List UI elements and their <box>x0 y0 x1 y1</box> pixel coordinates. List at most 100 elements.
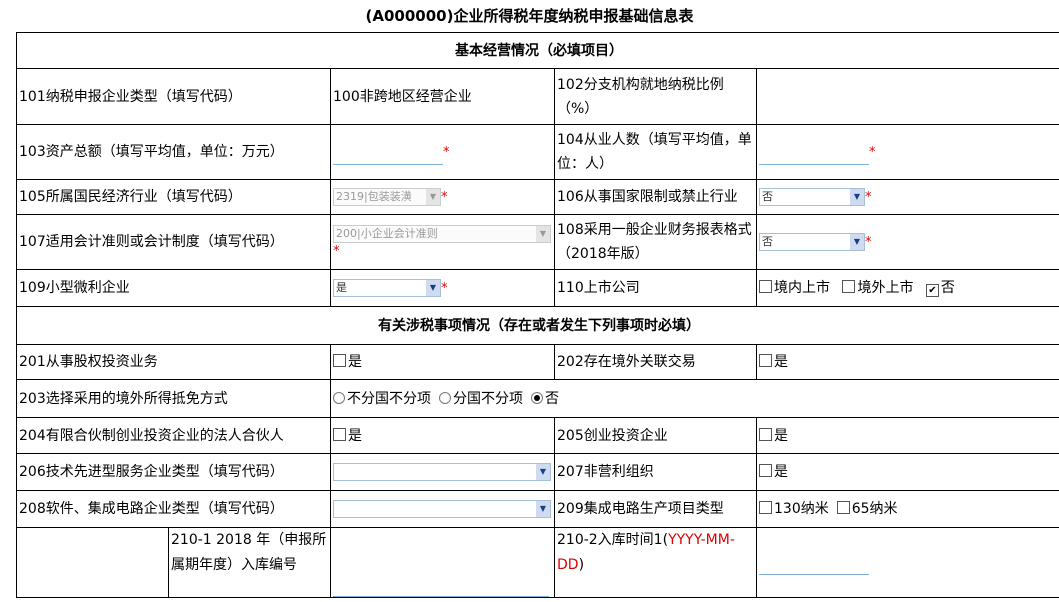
label-108: 108采用一般企业财务报表格式（2018年版） <box>554 214 757 270</box>
required-mark: * <box>869 144 876 160</box>
small-micro-value: 是 <box>336 280 347 294</box>
page-title: (A000000)企业所得税年度纳税申报基础信息表 <box>365 7 694 25</box>
overseas-related-checkbox[interactable] <box>759 354 772 367</box>
required-mark: * <box>443 144 450 160</box>
value-209: 130纳米 65纳米 <box>755 490 1059 528</box>
equity-investment-label: 是 <box>348 354 362 370</box>
label-105: 105所属国民经济行业（填写代码） <box>16 179 331 215</box>
restricted-industry-value: 否 <box>762 189 773 203</box>
label-208: 208软件、集成电路企业类型（填写代码） <box>16 490 331 528</box>
value-105: 2319|包装装潢 ▼ * <box>330 179 555 215</box>
lp-partner-checkbox[interactable] <box>333 427 346 441</box>
value-107: 200|小企业会计准则 ▼ * <box>330 214 555 270</box>
value-205: 是 <box>755 417 1059 454</box>
label-109: 109小型微利企业 <box>16 269 331 307</box>
label-203: 203选择采用的境外所得抵免方式 <box>16 379 331 418</box>
not-listed-label: 否 <box>940 280 955 296</box>
value-110: 境内上市 境外上市 ✔ 否 <box>755 269 1059 307</box>
software-ic-type-select[interactable]: ▼ <box>333 500 551 518</box>
value-103: * <box>330 124 555 180</box>
label-209: 209集成电路生产项目类型 <box>554 490 757 528</box>
label-101: 101纳税申报企业类型（填写代码） <box>16 68 331 125</box>
chevron-down-icon: ▼ <box>536 501 550 517</box>
chevron-down-icon: ▼ <box>426 279 440 296</box>
credit-method-label-1: 不分国不分项 <box>347 390 431 407</box>
chevron-down-icon: ▼ <box>426 188 440 205</box>
report-format-value: 否 <box>762 234 773 248</box>
required-mark: * <box>865 234 872 250</box>
restricted-industry-select[interactable]: 否 ▼ <box>759 187 865 206</box>
credit-method-label-3: 否 <box>545 390 559 407</box>
credit-method-label-2: 分国不分项 <box>453 390 523 407</box>
label-104: 104从业人数（填写平均值，单位：人） <box>554 124 757 180</box>
value-106: 否 ▼ * <box>755 179 1059 215</box>
value-108: 否 ▼ * <box>755 214 1059 270</box>
value-201: 是 <box>330 344 555 380</box>
domestic-listed-label: 境内上市 <box>774 280 830 296</box>
label-205: 205创业投资企业 <box>554 417 757 454</box>
small-micro-select[interactable]: 是 ▼ <box>333 278 441 297</box>
label-204: 204有限合伙制创业投资企业的法人合伙人 <box>16 417 331 454</box>
label-210-2: 210-2入库时间1(YYYY-MM-DD) <box>554 527 757 598</box>
not-listed-checkbox[interactable]: ✔ <box>925 284 939 297</box>
venture-investment-checkbox[interactable] <box>759 427 772 441</box>
value-204: 是 <box>330 417 555 454</box>
taxpayer-type-value: 100非跨地区经营企业 <box>333 88 472 105</box>
value-101: 100非跨地区经营企业 <box>330 68 555 125</box>
industry-select[interactable]: 2319|包装装潢 ▼ <box>333 187 441 206</box>
ic-130nm-checkbox[interactable] <box>759 501 772 514</box>
required-mark: * <box>441 189 448 205</box>
basic-info-table: 基本经营情况（必填项目） 101纳税申报企业类型（填写代码） 100非跨地区经营… <box>15 32 1059 598</box>
ic-65nm-label: 65纳米 <box>851 501 898 517</box>
tech-service-type-select[interactable]: ▼ <box>333 463 551 481</box>
label-210-2-text: 210-2入库时间1( <box>557 532 669 548</box>
industry-select-value: 2319|包装装潢 <box>336 189 412 203</box>
equity-investment-checkbox[interactable] <box>333 354 346 367</box>
accounting-standard-select[interactable]: 200|小企业会计准则 ▼ <box>333 224 551 243</box>
non-profit-checkbox[interactable] <box>759 464 772 477</box>
domestic-listed-checkbox[interactable] <box>759 280 772 293</box>
required-mark: * <box>865 189 872 205</box>
venture-investment-label: 是 <box>774 427 788 444</box>
chevron-down-icon: ▼ <box>850 233 864 250</box>
registration-number-input[interactable] <box>333 578 549 597</box>
label-107: 107适用会计准则或会计制度（填写代码） <box>16 214 331 270</box>
section-header-tax-matters: 有关涉税事项情况（存在或者发生下列事项时必填） <box>15 306 1059 345</box>
label-210-2-close: ) <box>578 557 585 573</box>
label-110: 110上市公司 <box>554 269 757 307</box>
total-assets-input[interactable] <box>333 146 443 165</box>
overseas-related-label: 是 <box>774 354 788 370</box>
required-mark: * <box>333 243 340 259</box>
report-format-select[interactable]: 否 ▼ <box>759 232 865 251</box>
value-203: 不分国不分项 分国不分项 否 <box>329 379 1059 418</box>
section-header-basic: 基本经营情况（必填项目） <box>15 32 1059 69</box>
required-mark: * <box>441 280 448 296</box>
label-102: 102分支机构就地纳税比例（%） <box>554 68 757 125</box>
value-207: 是 <box>755 453 1059 491</box>
label-103: 103资产总额（填写平均值，单位：万元） <box>16 124 331 180</box>
employee-count-input[interactable] <box>759 146 869 165</box>
value-206: ▼ <box>330 453 555 491</box>
registration-date-input[interactable] <box>759 556 869 575</box>
value-104: * <box>755 124 1059 180</box>
chevron-down-icon: ▼ <box>536 464 550 480</box>
credit-method-radio-2[interactable] <box>439 391 451 404</box>
value-109: 是 ▼ * <box>330 269 555 307</box>
label-201: 201从事股权投资业务 <box>16 344 331 380</box>
value-208: ▼ <box>330 490 555 528</box>
label-106: 106从事国家限制或禁止行业 <box>554 179 757 215</box>
label-202: 202存在境外关联交易 <box>554 344 757 380</box>
label-207: 207非营利组织 <box>554 453 757 491</box>
label-210-blank <box>16 527 169 598</box>
value-210-2 <box>755 527 1059 598</box>
non-profit-label: 是 <box>774 464 788 480</box>
ic-65nm-checkbox[interactable] <box>836 501 850 514</box>
ic-130nm-label: 130纳米 <box>774 501 829 517</box>
credit-method-radio-3[interactable] <box>531 391 543 404</box>
label-206: 206技术先进型服务企业类型（填写代码） <box>16 453 331 491</box>
overseas-listed-label: 境外上市 <box>857 280 914 296</box>
lp-partner-label: 是 <box>348 427 362 444</box>
credit-method-radio-1[interactable] <box>333 391 345 404</box>
accounting-standard-value: 200|小企业会计准则 <box>336 226 438 240</box>
overseas-listed-checkbox[interactable] <box>842 280 856 293</box>
